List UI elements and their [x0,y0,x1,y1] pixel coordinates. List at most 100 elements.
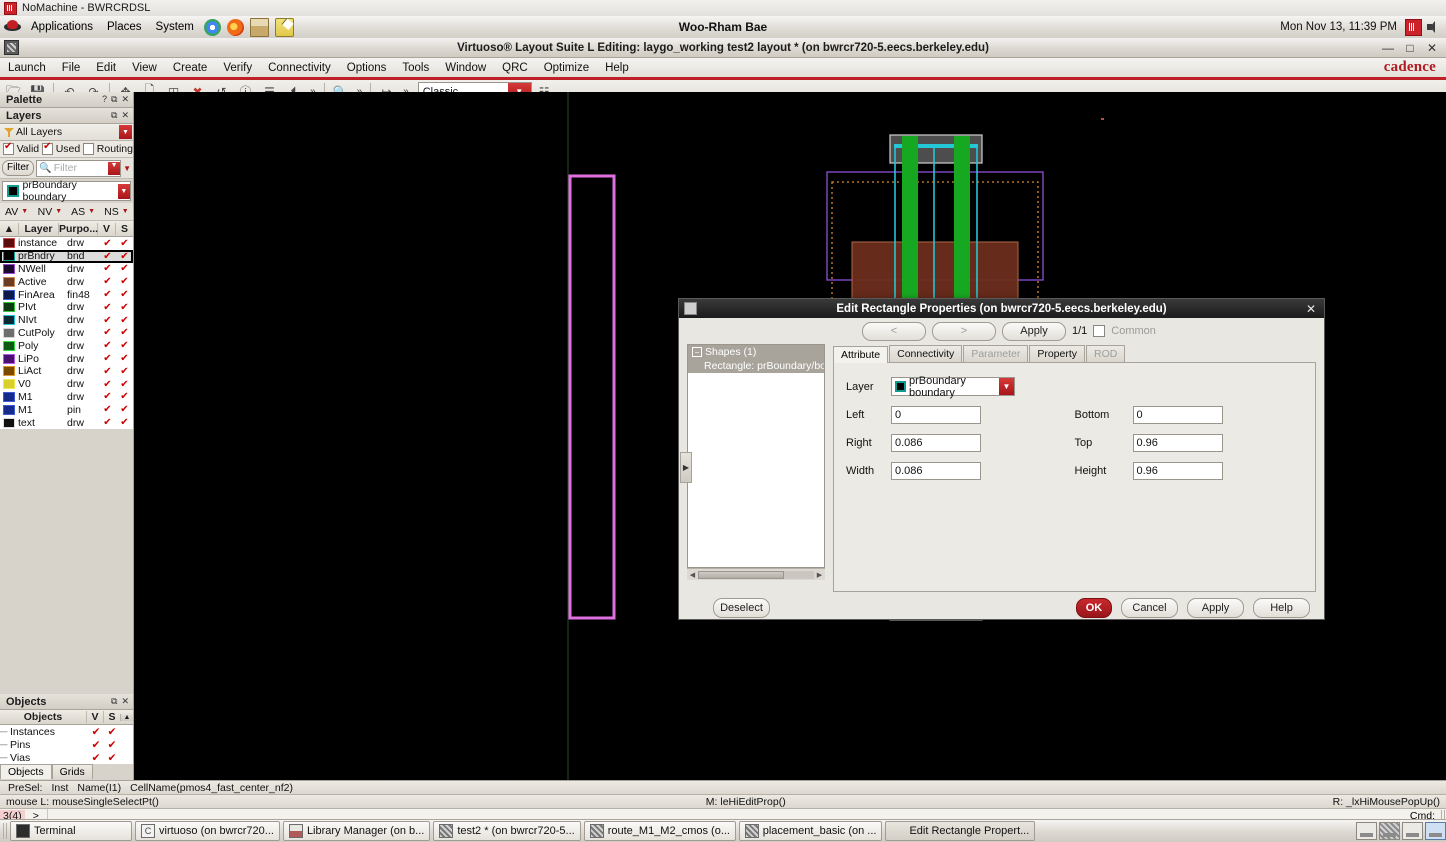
object-selectable-checkbox[interactable]: ✔ [104,726,120,738]
layer-row[interactable]: text drw ✔ ✔ [0,416,133,429]
bottom-input[interactable]: 0 [1132,406,1223,424]
layer-selectable-checkbox[interactable]: ✔ [116,315,133,326]
common-checkbox[interactable] [1093,325,1106,337]
layer-row[interactable]: LiAct drw ✔ ✔ [0,365,133,378]
layer-visible-checkbox[interactable]: ✔ [99,340,116,351]
chevron-down-icon[interactable]: ▼ [119,125,132,139]
objects-table[interactable]: ─ Instances ✔ ✔ ─ Pins ✔ ✔ ─ Vias ✔ ✔ [0,725,133,764]
scroll-right-icon[interactable]: ▶ [814,571,825,579]
taskbar-item[interactable]: test2 * (on bwrcr720-5... [433,821,581,841]
chevron-down-icon[interactable]: ▼ [55,208,62,215]
menu-edit[interactable]: Edit [88,60,124,76]
object-visible-checkbox[interactable]: ✔ [88,726,104,738]
close-icon[interactable]: ✕ [121,94,129,105]
taskbar-item[interactable]: route_M1_M2_cmos (o... [583,821,736,841]
layer-selectable-checkbox[interactable]: ✔ [116,276,133,287]
right-input[interactable]: 0.086 [891,434,981,452]
tab-connectivity[interactable]: Connectivity [889,345,963,362]
prev-button[interactable]: < [862,321,926,341]
volume-icon[interactable] [1426,20,1442,34]
layer-row[interactable]: M1 pin ✔ ✔ [0,403,133,416]
taskbar-item[interactable]: Edit Rectangle Propert... [885,821,1036,841]
object-visible-checkbox[interactable]: ✔ [88,752,104,764]
layer-visible-checkbox[interactable]: ✔ [99,353,116,364]
menu-launch[interactable]: Launch [0,60,54,76]
layer-selectable-checkbox[interactable]: ✔ [116,391,133,402]
top-input[interactable]: 0.96 [1132,434,1223,452]
shapes-tree[interactable]: − Shapes (1) Rectangle: prBoundary/bo [687,344,825,568]
routing-checkbox[interactable] [83,143,94,155]
filter-menu-icon[interactable]: ▼ [123,164,131,173]
scrollbar-track[interactable] [698,570,814,579]
sort-icon[interactable]: ▲ [0,222,19,235]
layer-row[interactable]: LiPo drw ✔ ✔ [0,352,133,365]
selected-layer-display[interactable]: prBoundary boundary ▼ [2,179,131,203]
layer-selectable-checkbox[interactable]: ✔ [116,289,133,300]
layer-visible-checkbox[interactable]: ✔ [99,302,116,313]
scroll-up-icon[interactable]: ▲ [120,713,133,721]
desktop-3[interactable] [1402,822,1423,840]
scrollbar-thumb[interactable] [698,570,784,579]
desktop-1[interactable] [1356,822,1377,840]
valid-checkbox[interactable] [3,141,14,155]
chevron-down-icon[interactable]: ▼ [21,208,28,215]
tab-property[interactable]: Property [1029,345,1086,362]
layer-visible-checkbox[interactable]: ✔ [99,391,116,402]
menu-view[interactable]: View [124,60,165,76]
close-icon[interactable]: ✕ [121,696,129,707]
layer-selectable-checkbox[interactable]: ✔ [116,302,133,313]
layer-visible-checkbox[interactable]: ✔ [99,238,116,249]
nv-button[interactable]: NV ▼ [33,206,66,218]
object-selectable-checkbox[interactable]: ✔ [104,739,120,751]
object-visible-checkbox[interactable]: ✔ [88,739,104,751]
tree-item-rectangle[interactable]: Rectangle: prBoundary/bo [688,359,824,373]
layer-selectable-checkbox[interactable]: ✔ [116,263,133,274]
left-input[interactable]: 0 [891,406,981,424]
used-checkbox[interactable] [42,141,53,155]
minimize-button[interactable]: — [1382,42,1394,54]
layer-row[interactable]: Active drw ✔ ✔ [0,275,133,288]
menu-options[interactable]: Options [339,60,395,76]
tab-grids[interactable]: Grids [51,764,93,779]
layer-visible-checkbox[interactable]: ✔ [99,263,116,274]
layer-visible-checkbox[interactable]: ✔ [99,366,116,377]
chevron-down-icon[interactable]: ▼ [999,378,1014,395]
layer-selectable-checkbox[interactable]: ✔ [116,353,133,364]
layer-row[interactable]: PIvt drw ✔ ✔ [0,301,133,314]
layer-row[interactable]: CutPoly drw ✔ ✔ [0,327,133,340]
layer-visible-checkbox[interactable]: ✔ [99,417,116,428]
chevron-down-icon[interactable]: ▼ [117,183,130,199]
object-row[interactable]: ─ Pins ✔ ✔ [0,738,133,751]
menu-qrc[interactable]: QRC [494,60,536,76]
layer-selectable-checkbox[interactable]: ✔ [116,238,133,249]
layer-row[interactable]: NIvt drw ✔ ✔ [0,314,133,327]
object-selectable-checkbox[interactable]: ✔ [104,752,120,764]
layer-visible-checkbox[interactable]: ✔ [99,315,116,326]
taskbar-item[interactable]: Cvirtuoso (on bwrcr720... [135,821,280,841]
object-row[interactable]: ─ Instances ✔ ✔ [0,725,133,738]
desktop-4[interactable] [1425,822,1446,840]
chevron-down-icon[interactable]: ▼ [108,161,121,175]
ok-button[interactable]: OK [1076,598,1112,618]
apply-button[interactable]: Apply [1187,598,1244,618]
layer-row[interactable]: FinArea fin48 ✔ ✔ [0,288,133,301]
layer-visible-checkbox[interactable]: ✔ [99,276,116,287]
menu-create[interactable]: Create [165,60,216,76]
tab-attribute[interactable]: Attribute [833,346,889,363]
layer-combo[interactable]: prBoundary boundary ▼ [891,375,1015,399]
chevron-down-icon[interactable]: ▼ [88,208,95,215]
next-button[interactable]: > [932,321,996,341]
deselect-button[interactable]: Deselect [713,598,770,618]
as-button[interactable]: AS ▼ [67,206,100,218]
menu-connectivity[interactable]: Connectivity [260,60,339,76]
layer-row[interactable]: prBndry bnd ✔ ✔ [0,249,133,263]
close-icon[interactable]: ✕ [121,110,129,121]
menu-file[interactable]: File [54,60,89,76]
maximize-button[interactable]: □ [1404,42,1416,54]
tree-root-row[interactable]: − Shapes (1) [688,345,824,359]
layer-row[interactable]: NWell drw ✔ ✔ [0,263,133,276]
layer-selectable-checkbox[interactable]: ✔ [116,417,133,428]
cancel-button[interactable]: Cancel [1121,598,1178,618]
taskbar-grip[interactable] [3,823,7,839]
object-row[interactable]: ─ Vias ✔ ✔ [0,751,133,764]
